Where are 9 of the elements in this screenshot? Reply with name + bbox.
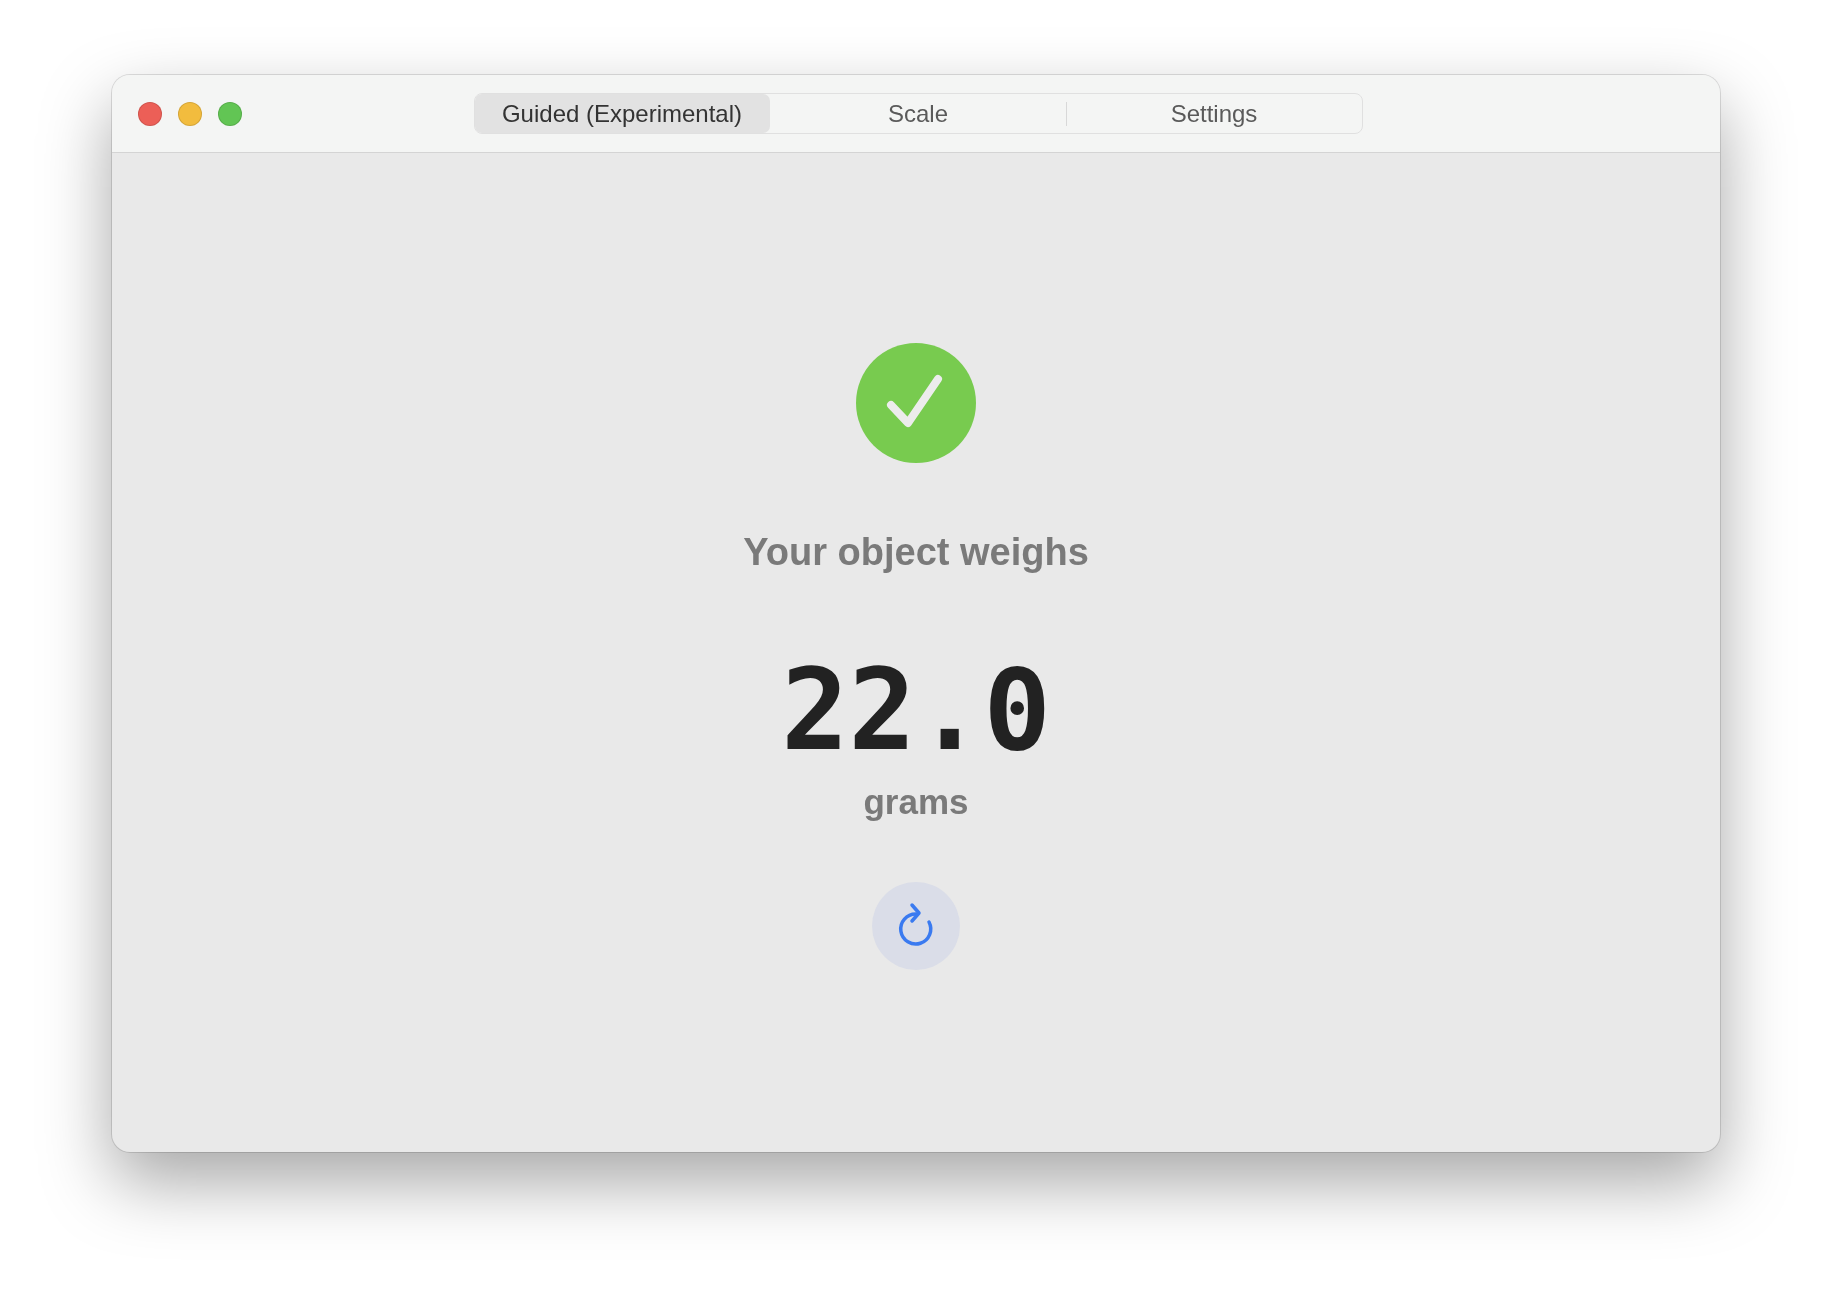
tab[interactable]: Guided (Experimental)	[474, 94, 770, 133]
tab[interactable]: Scale	[770, 94, 1066, 133]
close-button[interactable]	[138, 102, 162, 126]
weight-unit: grams	[863, 782, 969, 823]
tab[interactable]: Settings	[1066, 94, 1362, 133]
zoom-button[interactable]	[218, 102, 242, 126]
result-heading: Your object weighs	[743, 531, 1089, 574]
weight-value: 22.0	[781, 649, 1051, 773]
minimize-button[interactable]	[178, 102, 202, 126]
